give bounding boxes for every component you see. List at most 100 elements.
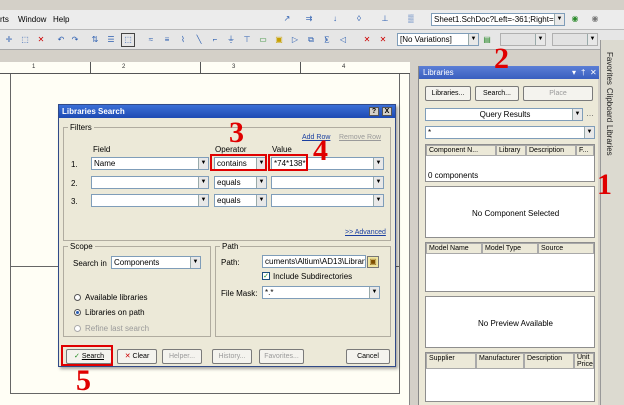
bus-entry-icon[interactable]: ╲ [194,35,204,45]
help-button[interactable]: ? [369,107,379,116]
ruler-divider [200,62,201,74]
menu-item-reports[interactable]: rts [0,15,9,24]
place-button[interactable]: Place [523,86,593,101]
field-select-2[interactable]: ▼ [91,176,209,189]
supplier-list[interactable]: Supplier Manufacturer Description Unit P… [425,352,595,402]
bus-tool-icon[interactable]: ⇉ [304,14,314,24]
menu-item-window[interactable]: Window [18,15,46,24]
refine-last-search-radio[interactable] [74,325,81,332]
wire-icon[interactable]: ≈ [146,35,156,45]
device-sheet-icon[interactable]: ⧉ [306,35,316,45]
favorites-tab[interactable]: Favorites [605,52,614,85]
port-tool-icon[interactable]: ◊ [354,14,364,24]
variant-manager-icon[interactable]: ▤ [482,35,492,45]
schematic-toolbar: ✛ ⬚ ✕ ↶ ↷ ⇅ ☰ ⬚ ≈ ≡ ⌇ ╲ ⌐ ⏚ ⊤ ▭ ▣ ▷ ⧉ ⨊ … [0,30,624,50]
browse-folder-icon[interactable]: ▣ [367,256,379,268]
supplier-description-header[interactable]: Description [524,353,574,369]
operator-select-3[interactable]: equals ▼ [214,194,267,207]
select-icon[interactable]: ⬚ [20,35,30,45]
path-label: Path: [221,258,240,267]
component-name-header[interactable]: Component N... [426,145,496,156]
compile-mask-icon[interactable]: ✕ [378,35,388,45]
panel-pin-icon[interactable]: † [581,66,585,79]
panel-options-icon[interactable]: … [585,109,595,119]
wire-tool-icon[interactable]: ↗ [282,14,292,24]
ruler-divider [300,62,301,74]
include-subdirectories-checkbox[interactable]: ✓ [262,272,270,280]
no-erc-icon[interactable]: ✕ [362,35,372,45]
field-select-1[interactable]: Name ▼ [91,157,209,170]
search-button-highlight-box [61,345,113,366]
libraries-tab[interactable]: Libraries [605,125,614,156]
signal-harness-icon[interactable]: ⌇ [178,35,188,45]
model-source-header[interactable]: Source [538,243,594,254]
arrow-tool-icon[interactable]: ↓ [330,14,340,24]
field-select-3[interactable]: ▼ [91,194,209,207]
supplier-header[interactable]: Supplier [426,353,476,369]
history-button[interactable]: History... [212,349,252,364]
libraries-button[interactable]: Libraries... [425,86,471,101]
path-input[interactable]: cuments\Altium\AD13\Library [262,255,366,268]
helper-button[interactable]: Helper... [162,349,202,364]
value-select-3[interactable]: ▼ [271,194,384,207]
footprint-header[interactable]: F... [576,145,594,156]
bus-icon[interactable]: ≡ [162,35,172,45]
models-list[interactable]: Model Name Model Type Source [425,242,595,292]
sheet-entry-icon[interactable]: ▷ [290,35,300,45]
model-preview-area: No Preview Available [425,296,595,348]
component-filter-select[interactable]: * ▼ [425,126,595,139]
delete-icon[interactable]: ✕ [36,35,46,45]
net-label-icon[interactable]: ⌐ [210,35,220,45]
filter-row-number: 2. [71,179,78,188]
clipboard-tab[interactable]: Clipboard [605,88,614,122]
navigate-back-icon[interactable]: ◉ [570,14,580,24]
operator-select-2[interactable]: equals ▼ [214,176,267,189]
ground-icon[interactable]: ⏚ [226,35,236,45]
model-type-header[interactable]: Model Type [482,243,538,254]
remove-row-link[interactable]: Remove Row [339,134,381,141]
query-results-select[interactable]: Query Results ▼ [425,108,583,121]
move-icon[interactable]: ✛ [4,35,14,45]
library-header[interactable]: Library [496,145,526,156]
cross-probe-icon[interactable]: ⇅ [90,35,100,45]
advanced-link[interactable]: >> Advanced [345,229,386,236]
favorites-button[interactable]: Favorites... [259,349,304,364]
libraries-panel: Libraries ▾ † ✕ Libraries... Search... P… [418,66,599,405]
unit-price-header[interactable]: Unit Price [574,353,594,369]
grid-tool-icon[interactable]: ▒ [406,14,416,24]
harness-icon[interactable]: ⨊ [322,35,332,45]
search-panel-button[interactable]: Search... [475,86,519,101]
undo-icon[interactable]: ↶ [56,35,66,45]
manufacturer-header[interactable]: Manufacturer [476,353,524,369]
cancel-button[interactable]: Cancel [346,349,390,364]
close-button[interactable]: X [382,107,392,116]
part-icon[interactable]: ▭ [258,35,268,45]
ruler-label: 2 [122,64,126,70]
variations-combo[interactable]: [No Variations] ▼ [397,33,479,46]
empty-combo-2[interactable]: ▼ [552,33,598,46]
callout-number-2: 2 [494,42,509,75]
menu-item-help[interactable]: Help [53,15,69,24]
search-in-select[interactable]: Components ▼ [111,256,201,269]
clear-button-label: Clear [132,353,150,360]
navigate-forward-icon[interactable]: ◉ [590,14,600,24]
libraries-on-path-radio[interactable] [74,309,81,316]
browse-icon[interactable]: ⬚ [121,33,135,47]
operator-highlight-box [210,154,267,171]
file-mask-select[interactable]: *.* ▼ [262,286,380,299]
port-icon[interactable]: ◁ [338,35,348,45]
vcc-icon[interactable]: ⊤ [242,35,252,45]
align-icon[interactable]: ☰ [106,35,116,45]
power-tool-icon[interactable]: ⊥ [380,14,390,24]
clear-button[interactable]: ✕ Clear [117,349,157,364]
sheet-combo[interactable]: Sheet1.SchDoc?Left=-361;Right=130 ▼ [431,13,565,26]
panel-menu-icon[interactable]: ▾ [572,66,576,79]
value-select-2[interactable]: ▼ [271,176,384,189]
available-libraries-radio[interactable] [74,294,81,301]
sheet-symbol-icon[interactable]: ▣ [274,35,284,45]
panel-close-icon[interactable]: ✕ [590,66,597,79]
model-name-header[interactable]: Model Name [426,243,482,254]
callout-number-3: 3 [229,116,244,149]
redo-icon[interactable]: ↷ [70,35,80,45]
description-header[interactable]: Description [526,145,576,156]
